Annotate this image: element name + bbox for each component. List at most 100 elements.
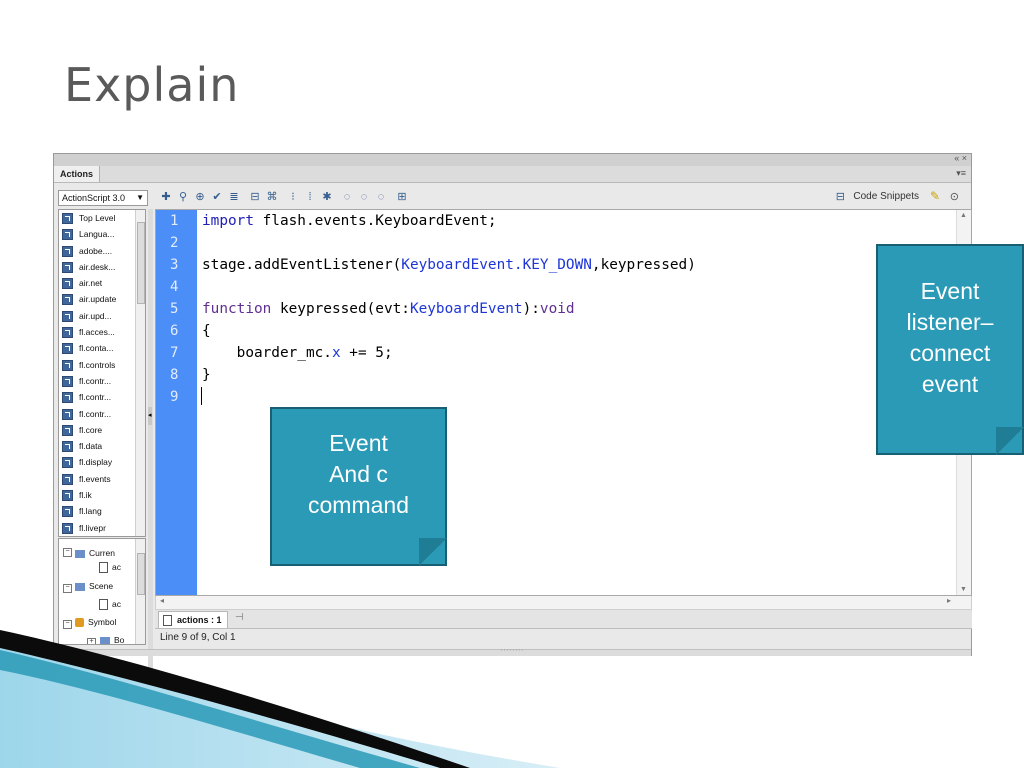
check-syntax-icon[interactable]: ✔ xyxy=(210,190,224,204)
package-book-icon xyxy=(62,245,73,257)
toolbox-item[interactable]: air.desk... xyxy=(59,259,145,275)
package-book-icon xyxy=(62,375,73,387)
editor-horizontal-scrollbar[interactable]: ◂ ▸ xyxy=(155,596,972,610)
collapse-selection-icon[interactable]: ⁞ xyxy=(303,190,317,204)
text-cursor xyxy=(201,387,202,405)
package-book-icon xyxy=(62,294,73,306)
callout-text: Event And c command xyxy=(308,430,409,518)
toolbox-item[interactable]: fl.lang xyxy=(59,503,145,519)
toolbox-item[interactable]: air.upd... xyxy=(59,308,145,324)
package-book-icon xyxy=(62,506,73,518)
tree-item-current[interactable]: Curren xyxy=(75,545,115,561)
expand-all-icon[interactable]: ✱ xyxy=(320,190,334,204)
toolbox-item[interactable]: fl.ik xyxy=(59,487,145,503)
scroll-right-icon[interactable]: ▸ xyxy=(947,596,951,605)
tab-actions[interactable]: Actions xyxy=(54,166,101,182)
scroll-left-icon[interactable]: ◂ xyxy=(160,596,164,605)
toolbox-item[interactable]: fl.controls xyxy=(59,357,145,373)
page-curl-icon xyxy=(419,538,447,566)
code-snippets-icon[interactable]: ⊟ xyxy=(836,190,845,203)
scroll-up-icon[interactable]: ▲ xyxy=(960,212,967,219)
code-line-5: function keypressed(evt:KeyboardEvent):v… xyxy=(202,301,575,317)
package-book-icon xyxy=(62,457,73,469)
action-frame-icon xyxy=(99,599,108,611)
apply-line-comment-icon[interactable]: ◌ xyxy=(357,190,371,204)
apply-block-comment-icon[interactable]: ◌ xyxy=(340,190,354,204)
code-line-7: boarder_mc.x += 5; xyxy=(202,345,393,361)
navigator-scrollbar[interactable] xyxy=(135,539,145,644)
package-book-icon xyxy=(62,473,73,485)
toolbox-item[interactable]: fl.contr... xyxy=(59,406,145,422)
find-icon[interactable]: ⚲ xyxy=(176,190,190,204)
tree-item-symbol[interactable]: Symbol xyxy=(75,617,116,628)
toolbox-item[interactable]: fl.conta... xyxy=(59,340,145,356)
toolbox-item[interactable]: fl.events xyxy=(59,471,145,487)
package-book-icon xyxy=(62,261,73,273)
show-hide-toolbox-icon[interactable]: ⊞ xyxy=(395,190,409,204)
collapse-icon[interactable]: − xyxy=(63,584,72,593)
panel-menu-icon[interactable]: ▾≡ xyxy=(956,168,966,179)
toolbox-item[interactable]: fl.display xyxy=(59,454,145,470)
actions-toolbox-list: Top Level Langua... adobe.... air.desk... ai… xyxy=(58,209,146,537)
package-book-icon xyxy=(62,408,73,420)
package-book-icon xyxy=(62,490,73,502)
line-number: 4 xyxy=(170,279,179,295)
toolbox-item[interactable]: air.net xyxy=(59,275,145,291)
line-number: 6 xyxy=(170,323,179,339)
toolbox-item[interactable]: air.update xyxy=(59,291,145,307)
toolbox-item[interactable]: fl.contr... xyxy=(59,373,145,389)
panel-splitter[interactable]: ◂ xyxy=(148,209,153,676)
show-code-hint-icon[interactable]: ⊟ xyxy=(248,190,262,204)
toolbox-item[interactable]: fl.livepr xyxy=(59,520,145,536)
window-controls[interactable]: « × xyxy=(954,153,967,163)
package-book-icon xyxy=(62,359,73,371)
wand-icon[interactable]: ✎ xyxy=(930,189,940,203)
toolbox-item[interactable]: fl.contr... xyxy=(59,389,145,405)
auto-format-icon[interactable]: ≣ xyxy=(227,190,241,204)
splitter-grip[interactable]: ◂ xyxy=(148,407,152,425)
toolbox-item[interactable]: fl.core xyxy=(59,422,145,438)
tree-item-scene-action[interactable]: ac xyxy=(99,599,121,611)
code-snippets-button[interactable]: Code Snippets xyxy=(853,191,919,202)
script-navigator: − Curren ac − Scene ac − Symbol + Bo xyxy=(58,538,146,645)
actionscript-version-select[interactable]: ActionScript 3.0 ▼ xyxy=(58,190,148,206)
insert-target-path-icon[interactable]: ⊕ xyxy=(193,190,207,204)
scrollbar-thumb[interactable] xyxy=(137,222,145,304)
add-statement-icon[interactable]: ✚ xyxy=(159,190,173,204)
package-book-icon xyxy=(62,327,73,339)
symbol-icon xyxy=(75,618,84,628)
code-line-3: stage.addEventListener(KeyboardEvent.KEY… xyxy=(202,257,696,273)
toolbox-item[interactable]: fl.data xyxy=(59,438,145,454)
help-icon[interactable]: ⊙ xyxy=(950,190,959,203)
tree-item-scene[interactable]: Scene xyxy=(75,581,113,591)
toolbox-scrollbar[interactable] xyxy=(135,210,145,536)
collapse-icon[interactable]: − xyxy=(63,620,72,629)
line-number: 2 xyxy=(170,235,179,251)
debug-options-icon[interactable]: ⌘ xyxy=(265,190,279,204)
scroll-down-icon[interactable]: ▼ xyxy=(960,586,967,593)
toolbox-item[interactable]: Langua... xyxy=(59,226,145,242)
line-number: 3 xyxy=(170,257,179,273)
collapse-between-braces-icon[interactable]: ⁝ xyxy=(286,190,300,204)
tree-item-current-action[interactable]: ac xyxy=(99,562,121,574)
action-frame-icon xyxy=(99,562,108,574)
actions-panel: « × Actions ▾≡ ActionScript 3.0 ▼ ✚ ⚲ ⊕ … xyxy=(53,153,972,676)
toolbox-item[interactable]: Top Level xyxy=(59,210,145,226)
toolbox-item[interactable]: fl.acces... xyxy=(59,324,145,340)
pin-script-icon[interactable]: ⊣ xyxy=(235,612,244,623)
page-curl-icon xyxy=(996,427,1024,455)
line-number: 8 xyxy=(170,367,179,383)
collapse-icon[interactable]: − xyxy=(63,548,72,557)
remove-comment-icon[interactable]: ◌ xyxy=(374,190,388,204)
scene-icon xyxy=(75,582,85,591)
package-book-icon xyxy=(62,278,73,290)
package-book-icon xyxy=(62,213,73,224)
package-book-icon xyxy=(62,343,73,355)
toolbox-item[interactable]: adobe.... xyxy=(59,243,145,259)
tab-actions-1[interactable]: actions : 1 xyxy=(158,611,228,628)
package-book-icon xyxy=(62,441,73,453)
package-book-icon xyxy=(62,392,73,404)
action-frame-icon xyxy=(163,615,172,627)
scrollbar-thumb[interactable] xyxy=(137,553,145,595)
line-number: 7 xyxy=(170,345,179,361)
